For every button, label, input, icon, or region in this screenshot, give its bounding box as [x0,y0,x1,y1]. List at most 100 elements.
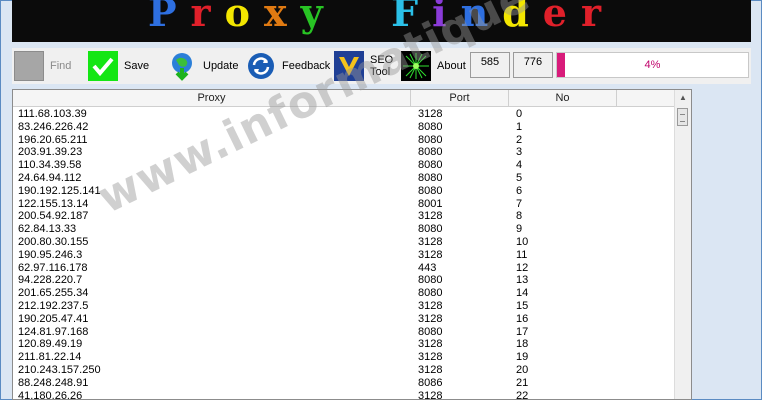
proxy-cell: 212.192.237.5 [18,299,89,312]
port-cell: 3128 [418,363,443,376]
table-row[interactable]: 200.80.30.155 3128 10 [13,236,675,249]
update-button[interactable]: Update [167,50,238,82]
port-cell: 8080 [418,223,443,236]
port-cell: 3128 [418,312,443,325]
banner-letter [337,0,364,35]
vertical-scrollbar[interactable]: ▲ [674,90,691,399]
column-header-proxy[interactable]: Proxy [13,90,411,106]
progress-percent: 4% [644,59,661,71]
port-cell: 3128 [418,351,443,364]
table-row[interactable]: 201.65.255.34 8080 14 [13,287,675,300]
table-row[interactable]: 94.228.220.7 8080 13 [13,274,675,287]
proxy-cell: 120.89.49.19 [18,338,83,351]
banner-letter: n [460,0,503,35]
seo-tool-icon [334,51,364,81]
proxy-cell: 83.246.226.42 [18,120,89,133]
table-row[interactable]: 190.192.125.141 8080 6 [13,185,675,198]
proxy-list[interactable]: Proxy Port No 111.68.103.39 3128 0 83.246.2… [12,89,692,400]
no-cell: 21 [516,376,529,389]
seo-tool-label: SEO Tool [370,54,393,78]
proxy-cell: 190.192.125.141 [18,184,101,197]
no-cell: 1 [516,120,523,133]
progress-bar: 4% [556,52,749,78]
no-cell: 14 [516,287,529,300]
table-row[interactable]: 212.192.237.5 3128 15 [13,300,675,313]
table-row[interactable]: 211.81.22.14 3128 19 [13,351,675,364]
banner-letter: r [580,0,616,35]
table-row[interactable]: 111.68.103.39 3128 0 [13,108,675,121]
feedback-button[interactable]: Feedback [246,50,330,82]
table-row[interactable]: 203.91.39.23 8080 3 [13,146,675,159]
no-cell: 7 [516,197,523,210]
banner-letter [364,0,391,35]
table-row[interactable]: 62.97.116.178 443 12 [13,262,675,275]
table-row[interactable]: 190.95.246.3 3128 11 [13,249,675,262]
refresh-cycle-icon [246,51,276,81]
scroll-thumb[interactable] [677,108,688,126]
proxy-cell: 124.81.97.168 [18,325,89,338]
list-rows: 111.68.103.39 3128 0 83.246.226.42 8080 1 196.… [13,108,675,400]
port-cell: 8080 [418,120,443,133]
save-button[interactable]: Save [88,50,149,82]
port-cell: 3128 [418,299,443,312]
no-cell: 10 [516,235,529,248]
total-counter: 776 [513,52,553,78]
banner-letter: d [502,0,543,35]
proxy-cell: 88.248.248.91 [18,376,89,389]
seo-tool-button[interactable]: SEO Tool [334,50,393,82]
banner-letter: x [263,0,301,35]
port-cell: 3128 [418,338,443,351]
no-cell: 15 [516,299,529,312]
port-cell: 3128 [418,210,443,223]
table-row[interactable]: 83.246.226.42 8080 1 [13,121,675,134]
proxy-cell: 210.243.157.250 [18,363,101,376]
table-row[interactable]: 24.64.94.112 8080 5 [13,172,675,185]
table-row[interactable]: 120.89.49.19 3128 18 [13,338,675,351]
no-cell: 19 [516,351,529,364]
proxy-cell: 211.81.22.14 [18,351,82,364]
feedback-label: Feedback [282,60,331,72]
no-cell: 22 [516,389,529,400]
port-cell: 3128 [418,248,443,261]
scroll-up-arrow-icon[interactable]: ▲ [675,90,691,106]
proxy-cell: 62.84.13.33 [18,223,77,236]
no-cell: 20 [516,363,529,376]
no-cell: 17 [516,325,529,338]
proxy-cell: 201.65.255.34 [18,287,89,300]
toolbar: Find Save Update Feedback SEO Tool About… [12,48,751,84]
banner-letter: r [190,0,225,35]
find-button[interactable]: Find [14,50,71,82]
column-header-port[interactable]: Port [411,90,509,106]
port-cell: 3128 [418,108,443,120]
seo-label-line-1: SEO [370,54,394,66]
port-cell: 3128 [418,235,443,248]
table-row[interactable]: 110.34.39.58 8080 4 [13,159,675,172]
no-cell: 6 [516,184,523,197]
proxy-cell: 196.20.65.211 [18,133,88,146]
proxy-cell: 190.205.47.41 [18,312,89,325]
port-cell: 8080 [418,171,443,184]
port-cell: 8001 [418,197,443,210]
found-counter: 585 [470,52,510,78]
banner-letter: F [391,0,433,35]
no-cell: 12 [516,261,529,274]
table-row[interactable]: 210.243.157.250 3128 20 [13,364,675,377]
no-cell: 8 [516,210,523,223]
port-cell: 8080 [418,325,443,338]
column-header-no[interactable]: No [509,90,617,106]
table-row[interactable]: 41.180.26.26 3128 22 [13,389,675,400]
table-row[interactable]: 190.205.47.41 3128 16 [13,313,675,326]
table-row[interactable]: 122.155.13.14 8001 7 [13,198,675,211]
table-row[interactable]: 196.20.65.211 8080 2 [13,134,675,147]
banner-letter: y [300,0,337,35]
table-row[interactable]: 62.84.13.33 8080 9 [13,223,675,236]
save-label: Save [124,60,150,72]
port-cell: 8080 [418,146,443,159]
port-cell: 3128 [418,389,443,400]
table-row[interactable]: 124.81.97.168 8080 17 [13,326,675,339]
table-row[interactable]: 88.248.248.91 8086 21 [13,377,675,390]
list-header: Proxy Port No [13,90,675,107]
checkmark-icon [88,51,118,81]
table-row[interactable]: 200.54.92.187 3128 8 [13,210,675,223]
about-button[interactable]: About [401,50,466,82]
